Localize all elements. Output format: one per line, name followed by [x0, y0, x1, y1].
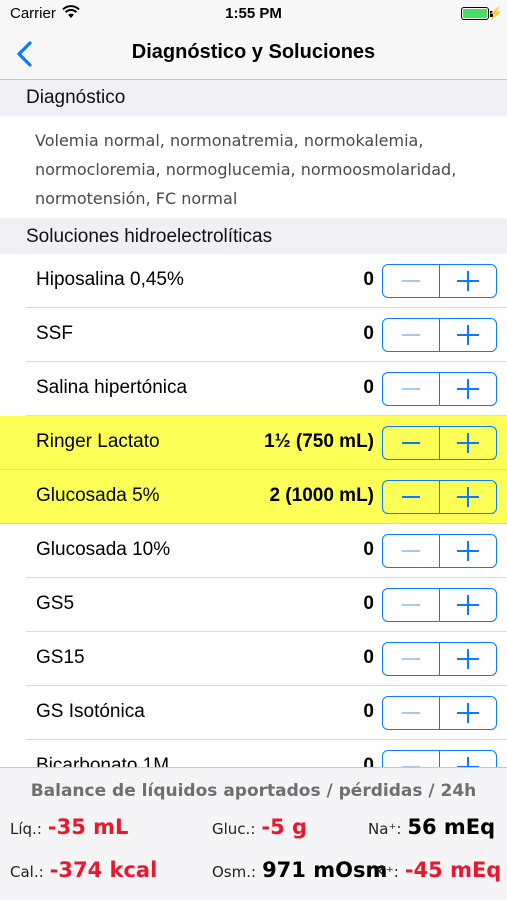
- increment-button[interactable]: [440, 265, 496, 297]
- calories-label: Cal.:: [10, 863, 44, 881]
- quantity-stepper: [382, 318, 497, 352]
- solution-name: GS5: [36, 593, 75, 614]
- solution-quantity: 2 (1000 mL): [269, 485, 374, 506]
- solution-row-glucosada-5: Glucosada 5% 2 (1000 mL): [0, 470, 507, 524]
- balance-sodium: Na⁺: 56 mEq: [368, 815, 495, 839]
- balance-liquids: Líq.: -35 mL: [10, 815, 128, 839]
- decrement-button[interactable]: [383, 481, 440, 513]
- quantity-stepper: [382, 480, 497, 514]
- glucose-value: -5 g: [261, 815, 308, 839]
- increment-button[interactable]: [440, 535, 496, 567]
- glucose-label: Gluc.:: [212, 820, 256, 838]
- increment-button[interactable]: [440, 373, 496, 405]
- osmolarity-label: Osm.:: [212, 863, 257, 881]
- potassium-value: -45 mEq: [404, 858, 502, 882]
- quantity-stepper: [382, 534, 497, 568]
- solutions-header: Soluciones hidroelectrolíticas: [0, 218, 507, 254]
- solution-row-ssf: SSF 0: [0, 308, 507, 362]
- balance-title: Balance de líquidos aportados / pérdidas…: [30, 781, 477, 801]
- balance-panel: Balance de líquidos aportados / pérdidas…: [0, 767, 507, 900]
- decrement-button[interactable]: [383, 589, 440, 621]
- diagnosis-header: Diagnóstico: [0, 80, 507, 116]
- navigation-bar: Diagnóstico y Soluciones: [0, 28, 507, 80]
- solution-name: GS15: [36, 647, 85, 668]
- quantity-stepper: [382, 642, 497, 676]
- solution-quantity: 0: [363, 593, 374, 614]
- status-time: 1:55 PM: [225, 5, 282, 22]
- decrement-button[interactable]: [383, 535, 440, 567]
- liquids-label: Líq.:: [10, 820, 42, 838]
- sodium-label: Na⁺:: [368, 820, 402, 838]
- quantity-stepper: [382, 588, 497, 622]
- solution-quantity: 1½ (750 mL): [264, 431, 374, 452]
- decrement-button[interactable]: [383, 319, 440, 351]
- balance-osmolarity: Osm.: 971 mOsm: [212, 858, 387, 882]
- solution-name: Ringer Lactato: [36, 431, 160, 452]
- increment-button[interactable]: [440, 589, 496, 621]
- solution-name: Glucosada 5%: [36, 485, 160, 506]
- increment-button[interactable]: [440, 481, 496, 513]
- solution-row-glucosada-10: Glucosada 10% 0: [0, 524, 507, 578]
- solution-quantity: 0: [363, 323, 374, 344]
- decrement-button[interactable]: [383, 265, 440, 297]
- solution-name: Glucosada 10%: [36, 539, 171, 560]
- decrement-button[interactable]: [383, 373, 440, 405]
- solution-row-gs5: GS5 0: [0, 578, 507, 632]
- balance-potassium: K⁺: -45 mEq: [376, 858, 501, 882]
- solution-row-ringer-lactato: Ringer Lactato 1½ (750 mL): [0, 416, 507, 470]
- solution-name: Salina hipertónica: [36, 377, 188, 398]
- solution-quantity: 0: [363, 377, 374, 398]
- liquids-value: -35 mL: [47, 815, 129, 839]
- increment-button[interactable]: [440, 319, 496, 351]
- app-screen: Carrier 1:55 PM ⚡ Diagnóstico y Solucion…: [0, 0, 507, 900]
- battery-icon: [461, 7, 489, 20]
- increment-button[interactable]: [440, 697, 496, 729]
- solution-name: GS Isotónica: [36, 701, 145, 722]
- increment-button[interactable]: [440, 427, 496, 459]
- balance-glucose: Gluc.: -5 g: [212, 815, 307, 839]
- diagnosis-text: Volemia normal, normonatremia, normokale…: [0, 116, 507, 218]
- solution-quantity: 0: [363, 701, 374, 722]
- solution-row-gs-isotonica: GS Isotónica 0: [0, 686, 507, 740]
- quantity-stepper: [382, 372, 497, 406]
- increment-button[interactable]: [440, 643, 496, 675]
- solution-quantity: 0: [363, 269, 374, 290]
- solution-quantity: 0: [363, 647, 374, 668]
- osmolarity-value: 971 mOsm: [262, 858, 388, 882]
- decrement-button[interactable]: [383, 643, 440, 675]
- solution-row-gs15: GS15 0: [0, 632, 507, 686]
- quantity-stepper: [382, 426, 497, 460]
- solutions-list: Hiposalina 0,45% 0 SSF 0 Salina hipertón…: [0, 254, 507, 794]
- solution-row-salina-hipertonica: Salina hipertónica 0: [0, 362, 507, 416]
- decrement-button[interactable]: [383, 427, 440, 459]
- quantity-stepper: [382, 696, 497, 730]
- decrement-button[interactable]: [383, 697, 440, 729]
- solution-name: SSF: [36, 323, 73, 344]
- charging-icon: ⚡: [488, 6, 503, 20]
- sodium-value: 56 mEq: [407, 815, 496, 839]
- status-bar: Carrier 1:55 PM ⚡: [0, 0, 507, 28]
- solution-name: Hiposalina 0,45%: [36, 269, 184, 290]
- balance-calories: Cal.: -374 kcal: [10, 858, 157, 882]
- calories-value: -374 kcal: [49, 858, 158, 882]
- solution-row-hiposalina: Hiposalina 0,45% 0: [0, 254, 507, 308]
- page-title: Diagnóstico y Soluciones: [131, 41, 376, 63]
- solution-quantity: 0: [363, 539, 374, 560]
- potassium-label: K⁺:: [376, 863, 399, 881]
- quantity-stepper: [382, 264, 497, 298]
